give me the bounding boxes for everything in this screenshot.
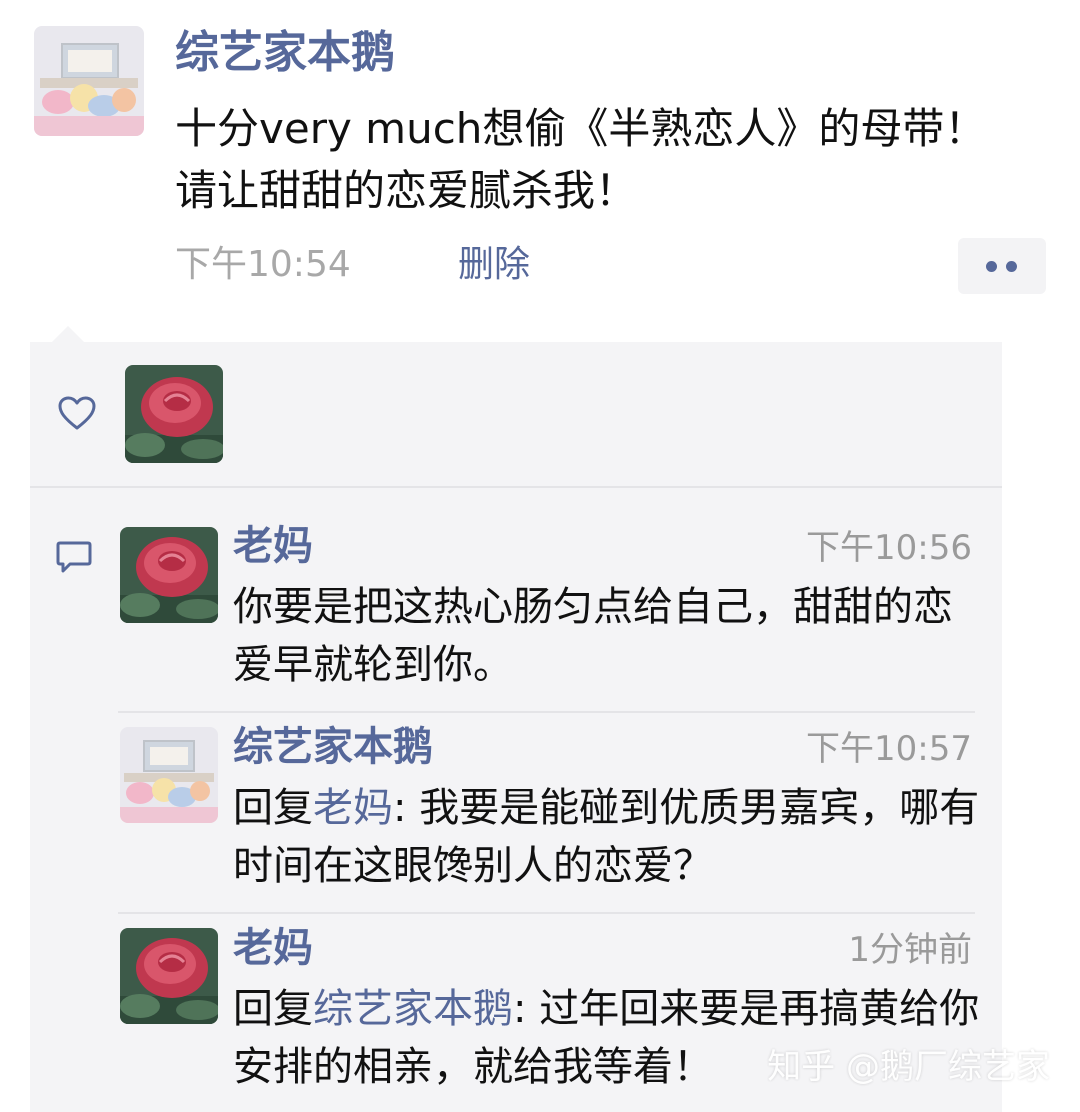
comment-avatar-mom[interactable]: [120, 527, 218, 623]
comment-timestamp: 1分钟前: [848, 930, 972, 970]
post-author-avatar[interactable]: [34, 26, 144, 136]
comment-author[interactable]: 老妈: [233, 922, 313, 974]
reply-to-name[interactable]: 老妈: [313, 785, 393, 831]
comment-avatar-mom[interactable]: [120, 928, 218, 1024]
more-dot-icon: [986, 261, 997, 272]
reply-prefix: 回复: [233, 785, 313, 831]
watermark: 知乎 @鹅厂综艺家: [767, 1047, 1050, 1087]
liker-avatar[interactable]: [125, 365, 223, 463]
comment-author[interactable]: 综艺家本鹅: [233, 721, 433, 773]
comment-timestamp: 下午10:56: [806, 528, 972, 568]
delete-post-link[interactable]: 删除: [458, 240, 530, 290]
post-timestamp: 下午10:54: [175, 244, 351, 285]
reply-prefix: 回复: [233, 986, 313, 1032]
comment-divider: [118, 912, 975, 914]
comment-author[interactable]: 老妈: [233, 520, 313, 572]
comment-text: 你要是把这热心肠匀点给自己，甜甜的恋爱早就轮到你。: [233, 584, 953, 688]
post-author-name[interactable]: 综艺家本鹅: [175, 24, 395, 82]
more-options-button[interactable]: [958, 238, 1046, 294]
post-text: 十分very much想偷《半熟恋人》的母带！请让甜甜的恋爱腻杀我！: [175, 104, 987, 215]
comment-bubble-icon: [56, 541, 92, 573]
comment-timestamp: 下午10:57: [806, 729, 972, 769]
panel-divider: [30, 486, 1002, 488]
heart-outline-icon: [58, 396, 96, 430]
more-dot-icon: [1006, 261, 1017, 272]
comment-avatar-author[interactable]: [120, 727, 218, 823]
reply-to-name[interactable]: 综艺家本鹅: [313, 986, 513, 1032]
comment-text: 回复老妈: 我要是能碰到优质男嘉宾，哪有时间在这眼馋别人的恋爱？: [233, 779, 988, 895]
comment-divider: [118, 711, 975, 713]
panel-caret: [52, 326, 84, 342]
